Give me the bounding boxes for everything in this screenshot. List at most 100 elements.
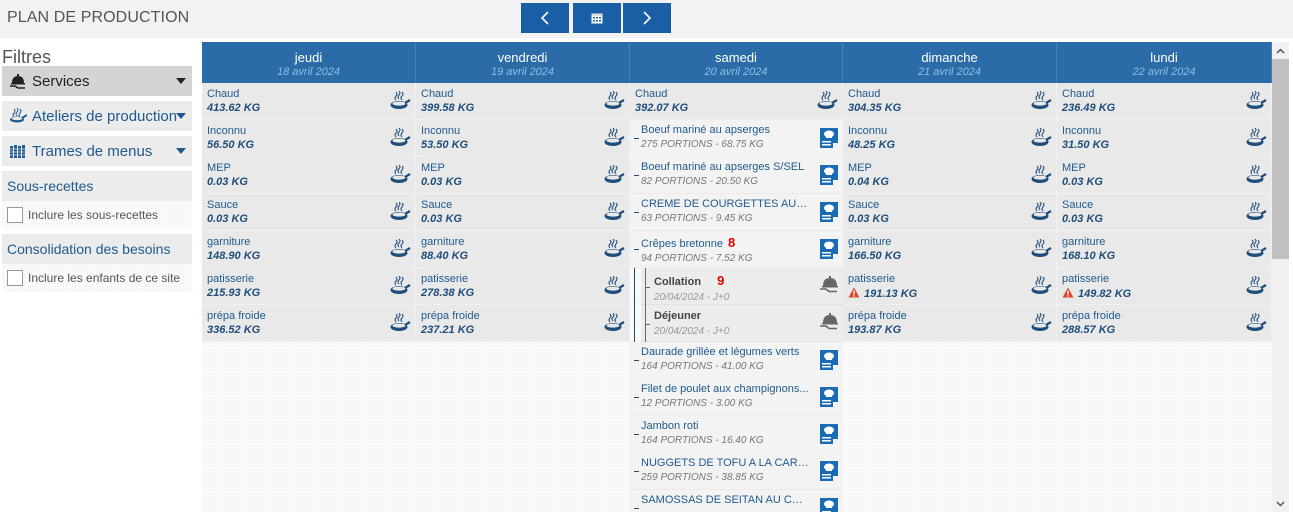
workshop-cell[interactable]: garniture 166.50 KG bbox=[843, 231, 1057, 268]
workshop-cell[interactable]: patisserie 215.93 KG bbox=[202, 268, 416, 305]
previous-week-button[interactable] bbox=[521, 3, 569, 33]
recipe-label[interactable]: Filet de poulet aux champignons... bbox=[641, 383, 809, 395]
cooking-pan-icon[interactable] bbox=[389, 90, 411, 116]
next-week-button[interactable] bbox=[623, 3, 671, 33]
cooking-pan-icon[interactable] bbox=[1245, 201, 1267, 227]
workshop-cell[interactable]: Chaud 236.49 KG bbox=[1057, 83, 1272, 120]
recipe-label[interactable]: Boeuf mariné au apserges bbox=[641, 124, 809, 136]
workshop-cell[interactable]: Chaud 413.62 KG bbox=[202, 83, 416, 120]
workshop-cell[interactable]: garniture 148.90 KG bbox=[202, 231, 416, 268]
cooking-pan-icon[interactable] bbox=[1030, 312, 1052, 338]
recipe-label[interactable]: CREME DE COURGETTES AU C... bbox=[641, 198, 809, 210]
recipe-item[interactable]: Daurade grillée et légumes verts 164 PORT… bbox=[630, 342, 843, 379]
cooking-pan-icon[interactable] bbox=[389, 312, 411, 338]
recipe-item[interactable]: SAMOSSAS DE SEITAN AU CUR... bbox=[630, 490, 843, 512]
cooking-pan-icon[interactable] bbox=[389, 238, 411, 264]
filter-services[interactable]: Services bbox=[2, 66, 192, 96]
include-sous-recettes-checkbox[interactable] bbox=[7, 207, 23, 223]
recipe-label[interactable]: Boeuf mariné au apserges S/SEL bbox=[641, 161, 809, 173]
workshop-cell[interactable]: MEP 0.03 KG bbox=[1057, 157, 1272, 194]
recipe-sheet-icon[interactable] bbox=[819, 349, 839, 376]
recipe-sheet-icon[interactable] bbox=[819, 201, 839, 228]
cooking-pan-icon[interactable] bbox=[603, 90, 625, 116]
scroll-up-arrow[interactable] bbox=[1272, 42, 1289, 59]
workshop-cell[interactable]: Sauce 0.03 KG bbox=[1057, 194, 1272, 231]
workshop-cell[interactable]: patisserie 191.13 KG bbox=[843, 268, 1057, 305]
vertical-scrollbar[interactable] bbox=[1272, 42, 1289, 512]
cooking-pan-icon[interactable] bbox=[1245, 127, 1267, 153]
recipe-item[interactable]: Jambon roti 164 PORTIONS - 16.40 KG bbox=[630, 416, 843, 453]
cooking-pan-icon[interactable] bbox=[1245, 312, 1267, 338]
service-item[interactable]: Collation 9 20/04/2024 - J+0 bbox=[641, 268, 843, 305]
workshop-cell[interactable]: MEP 0.03 KG bbox=[202, 157, 416, 194]
workshop-cell[interactable]: garniture 88.40 KG bbox=[416, 231, 630, 268]
workshop-cell[interactable]: Sauce 0.03 KG bbox=[843, 194, 1057, 231]
cooking-pan-icon[interactable] bbox=[1030, 164, 1052, 190]
workshop-cell[interactable]: patisserie 278.38 KG bbox=[416, 268, 630, 305]
recipe-item[interactable]: Boeuf mariné au apserges 275 PORTIONS - 6… bbox=[630, 120, 843, 157]
cooking-pan-icon[interactable] bbox=[1245, 90, 1267, 116]
workshop-cell[interactable]: Inconnu 48.25 KG bbox=[843, 120, 1057, 157]
cooking-pan-icon[interactable] bbox=[1030, 127, 1052, 153]
recipe-sheet-icon[interactable] bbox=[819, 497, 839, 512]
recipe-label[interactable]: Daurade grillée et légumes verts bbox=[641, 346, 809, 358]
workshop-cell[interactable]: patisserie 149.82 KG bbox=[1057, 268, 1272, 305]
workshop-cell[interactable]: prépa froide 193.87 KG bbox=[843, 305, 1057, 342]
cooking-pan-icon[interactable] bbox=[389, 164, 411, 190]
cooking-pan-icon[interactable] bbox=[1030, 238, 1052, 264]
scroll-down-arrow[interactable] bbox=[1272, 495, 1289, 512]
recipe-sheet-icon[interactable] bbox=[819, 386, 839, 413]
scrollbar-thumb[interactable] bbox=[1272, 59, 1289, 259]
cooking-pan-icon[interactable] bbox=[389, 127, 411, 153]
cooking-pan-icon[interactable] bbox=[603, 164, 625, 190]
workshop-cell[interactable]: garniture 168.10 KG bbox=[1057, 231, 1272, 268]
cooking-pan-icon[interactable] bbox=[1245, 275, 1267, 301]
recipe-sheet-icon[interactable] bbox=[819, 238, 839, 265]
workshop-cell[interactable]: Chaud 399.58 KG bbox=[416, 83, 630, 120]
recipe-label[interactable]: Jambon roti bbox=[641, 420, 809, 432]
recipe-label[interactable]: Crêpes bretonne 8 bbox=[641, 235, 809, 250]
cooking-pan-icon[interactable] bbox=[1245, 238, 1267, 264]
recipe-sheet-icon[interactable] bbox=[819, 127, 839, 154]
recipe-sheet-icon[interactable] bbox=[819, 164, 839, 191]
recipe-sheet-icon[interactable] bbox=[819, 460, 839, 487]
workshop-cell[interactable]: Inconnu 56.50 KG bbox=[202, 120, 416, 157]
workshop-cell[interactable]: MEP 0.03 KG bbox=[416, 157, 630, 194]
workshop-cell[interactable]: Sauce 0.03 KG bbox=[202, 194, 416, 231]
cooking-pan-icon[interactable] bbox=[603, 312, 625, 338]
service-item[interactable]: Déjeuner 20/04/2024 - J+0 bbox=[641, 305, 843, 342]
cooking-pan-icon[interactable] bbox=[603, 275, 625, 301]
recipe-item[interactable]: Boeuf mariné au apserges S/SEL 82 PORTION… bbox=[630, 157, 843, 194]
filter-trames[interactable]: Trames de menus bbox=[2, 136, 192, 166]
workshop-cell[interactable]: MEP 0.04 KG bbox=[843, 157, 1057, 194]
recipe-item[interactable]: CREME DE COURGETTES AU C... 63 PORTIONS -… bbox=[630, 194, 843, 231]
recipe-item[interactable]: NUGGETS DE TOFU A LA CARO... 259 PORTIONS… bbox=[630, 453, 843, 490]
cooking-pan-icon[interactable] bbox=[389, 201, 411, 227]
workshop-cell[interactable]: Sauce 0.03 KG bbox=[416, 194, 630, 231]
cooking-pan-icon[interactable] bbox=[389, 275, 411, 301]
workshop-cell[interactable]: Inconnu 31.50 KG bbox=[1057, 120, 1272, 157]
calendar-button[interactable] bbox=[573, 3, 621, 33]
recipe-item[interactable]: Crêpes bretonne 8 94 PORTIONS - 7.52 KG bbox=[630, 231, 843, 268]
recipe-label[interactable]: SAMOSSAS DE SEITAN AU CUR... bbox=[641, 494, 809, 506]
cooking-pan-icon[interactable] bbox=[1030, 275, 1052, 301]
cooking-pan-icon[interactable] bbox=[603, 127, 625, 153]
cooking-pan-icon[interactable] bbox=[1030, 201, 1052, 227]
workshop-cell[interactable]: Chaud 304.35 KG bbox=[843, 83, 1057, 120]
cooking-pan-icon[interactable] bbox=[816, 90, 838, 116]
workshop-cell[interactable]: Inconnu 53.50 KG bbox=[416, 120, 630, 157]
recipe-sheet-icon[interactable] bbox=[819, 423, 839, 450]
cooking-pan-icon[interactable] bbox=[1030, 90, 1052, 116]
recipe-item[interactable]: Filet de poulet aux champignons... 12 POR… bbox=[630, 379, 843, 416]
cooking-pan-icon[interactable] bbox=[603, 201, 625, 227]
cooking-pan-icon[interactable] bbox=[1245, 164, 1267, 190]
include-children-checkbox[interactable] bbox=[7, 270, 23, 286]
workshop-quantity: 304.35 KG bbox=[848, 102, 1056, 114]
recipe-label[interactable]: NUGGETS DE TOFU A LA CARO... bbox=[641, 457, 809, 469]
workshop-cell[interactable]: prépa froide 336.52 KG bbox=[202, 305, 416, 342]
workshop-cell[interactable]: prépa froide 237.21 KG bbox=[416, 305, 630, 342]
filter-ateliers[interactable]: Ateliers de production bbox=[2, 101, 192, 131]
workshop-cell[interactable]: prépa froide 288.57 KG bbox=[1057, 305, 1272, 342]
workshop-cell[interactable]: Chaud 392.07 KG bbox=[630, 83, 843, 120]
cooking-pan-icon[interactable] bbox=[603, 238, 625, 264]
